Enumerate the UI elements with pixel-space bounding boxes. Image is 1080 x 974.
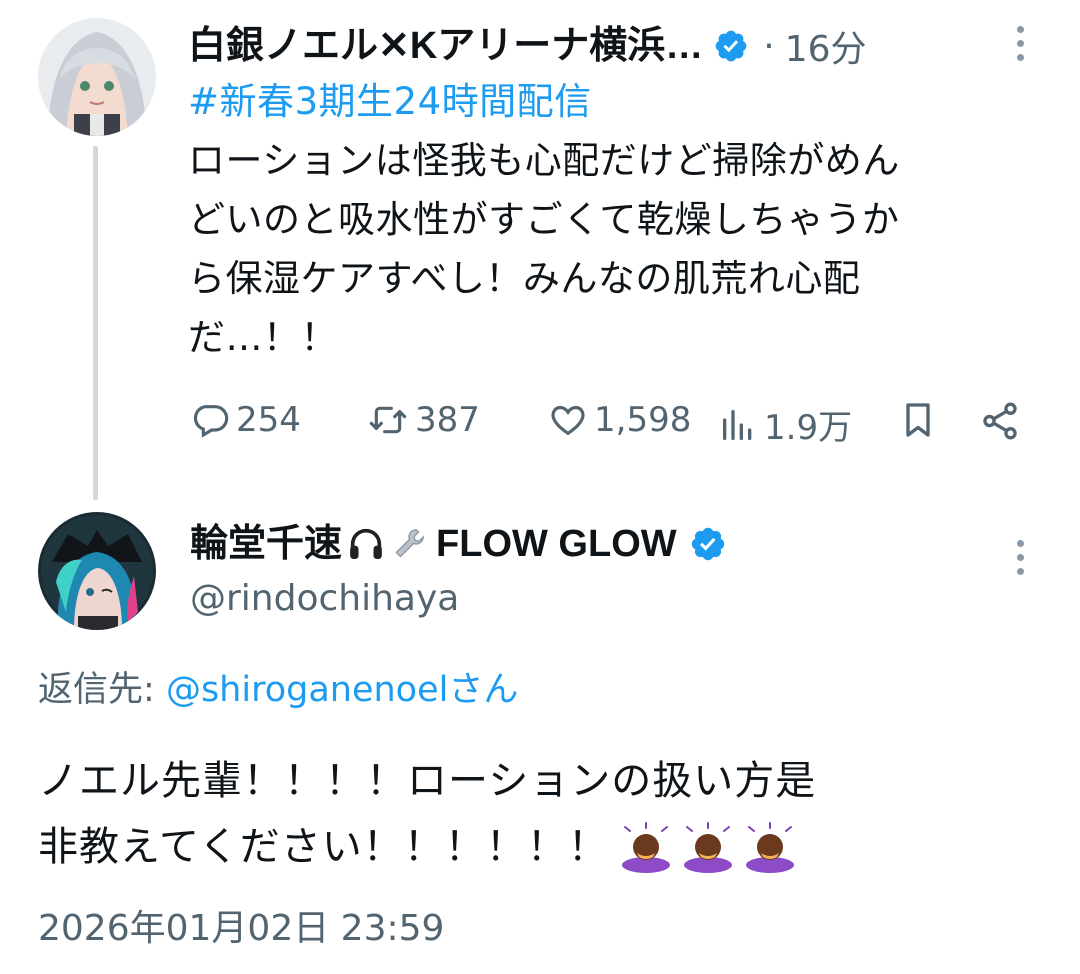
reply-handle[interactable]: @rindochihaya [190, 576, 459, 622]
more-vertical-icon[interactable] [1015, 26, 1025, 61]
retweet-count: 387 [415, 400, 480, 440]
reply-icon [190, 400, 230, 440]
retweet-button[interactable]: 387 [367, 400, 480, 440]
bowing-person-emoji [741, 821, 799, 873]
reply-author-suffix: FLOW GLOW [436, 523, 677, 565]
verified-badge-icon [713, 28, 749, 64]
reply-text-line: ノエル先輩！！！！ローションの扱い方是 [38, 758, 817, 804]
replying-to-label: 返信先: [38, 670, 155, 710]
like-button[interactable]: 1,598 [548, 400, 691, 440]
views-count: 1.9万 [764, 408, 853, 448]
replying-to: 返信先: @shiroganenoelさん [38, 666, 518, 714]
bowing-person-emoji [679, 821, 737, 873]
tweet-header: 白銀ノエル✕Kアリーナ横浜… · 16分 [188, 20, 867, 72]
tweet-text-line: ら保湿ケアすべし！みんなの肌荒れ心配 [188, 257, 861, 300]
tweet-hashtag[interactable]: #新春3期生24時間配信 [188, 72, 592, 131]
tweet-text-line: だ…！！ [188, 316, 338, 359]
wrench-emoji [390, 524, 428, 564]
author-avatar-noel[interactable] [38, 18, 156, 136]
more-vertical-icon[interactable] [1015, 540, 1025, 575]
replying-to-user[interactable]: @shiroganenoelさん [166, 670, 518, 710]
like-count: 1,598 [594, 400, 692, 440]
tweet-time[interactable]: 16分 [785, 20, 867, 72]
thread-connector-line [93, 146, 98, 500]
views-button[interactable]: 1.9万 [718, 400, 852, 449]
author-name[interactable]: 白銀ノエル✕Kアリーナ横浜… [188, 24, 703, 68]
reply-header: 輪堂千速 FLOW GLOW [190, 522, 727, 566]
tweet-text-line: どいのと吸水性がすごくて乾燥しちゃうか [188, 198, 900, 241]
heart-icon [548, 400, 588, 440]
author-avatar-rindo[interactable] [38, 512, 156, 630]
time-separator: · [763, 25, 775, 67]
tweet-text: ローションは怪我も心配だけど掃除がめん どいのと吸水性がすごくて乾燥しちゃうか … [188, 131, 900, 367]
reply-button[interactable]: 254 [190, 400, 301, 440]
reply-count: 254 [236, 400, 301, 440]
reply-timestamp[interactable]: 2026年01月02日 23:59 [38, 904, 444, 954]
reply-text: ノエル先輩！！！！ローションの扱い方是 非教えてください！！！！！！ [38, 748, 816, 880]
bookmark-icon[interactable] [898, 400, 938, 444]
headphones-emoji [346, 524, 386, 564]
share-icon[interactable] [978, 400, 1022, 446]
bowing-person-emoji [617, 821, 675, 873]
verified-badge-icon [689, 525, 727, 563]
retweet-icon [367, 400, 409, 440]
reply-author-name[interactable]: 輪堂千速 [190, 522, 342, 566]
tweet-text-line: ローションは怪我も心配だけど掃除がめん [188, 139, 900, 182]
views-icon [718, 405, 758, 445]
reply-text-line: 非教えてください！！！！！！ [38, 824, 609, 870]
